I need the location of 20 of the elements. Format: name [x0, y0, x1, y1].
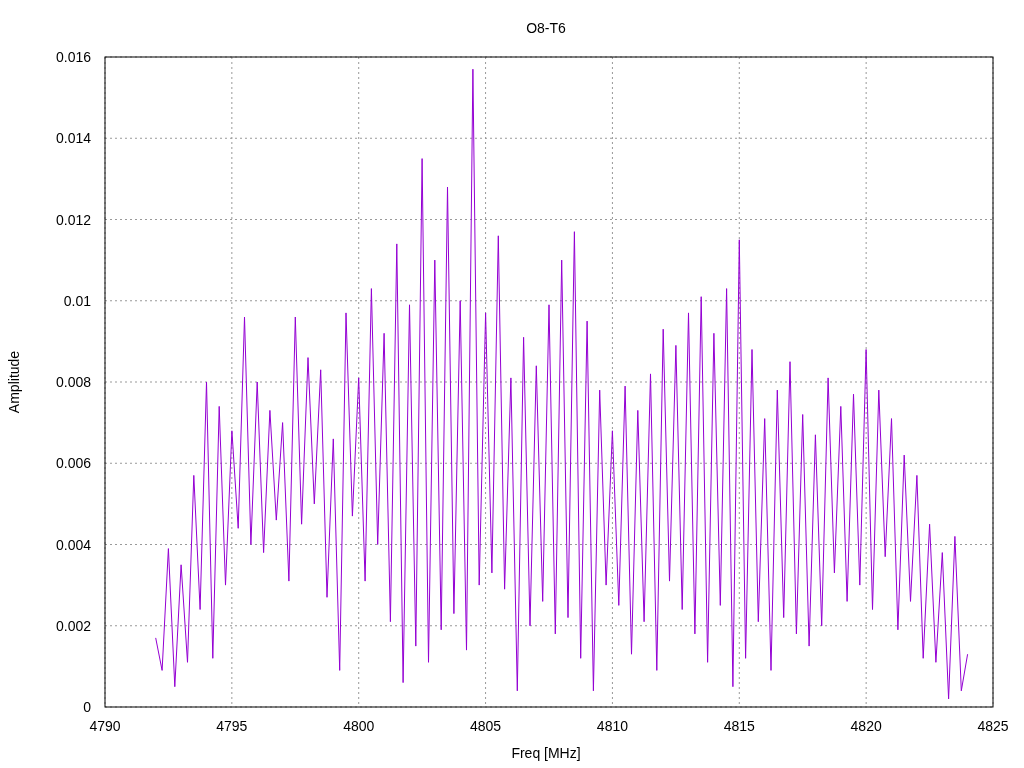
y-tick-label: 0.012 — [55, 211, 91, 228]
x-tick-label: 4815 — [723, 718, 755, 734]
y-tick-label: 0 — [83, 699, 91, 715]
y-tick-label: 0.008 — [55, 374, 91, 390]
x-tick-label: 4810 — [596, 718, 628, 734]
chart-title: O8-T6 — [526, 20, 566, 36]
y-tick-label: 0.004 — [55, 536, 91, 553]
x-tick-label: 4800 — [343, 718, 375, 734]
y-tick-label: 0.016 — [55, 49, 91, 65]
x-tick-label: 4825 — [977, 718, 1009, 734]
x-tick-label: 4820 — [850, 718, 882, 734]
y-tick-label: 0.014 — [55, 130, 91, 147]
y-axis-label: Amplitude — [6, 350, 22, 414]
x-tick-label: 4790 — [89, 718, 121, 734]
x-tick-label: 4795 — [216, 718, 248, 734]
y-tick-label: 0.01 — [63, 292, 91, 309]
x-tick-label: 4805 — [470, 718, 502, 734]
y-tick-label: 0.002 — [55, 617, 91, 634]
x-axis-label: Freq [MHz] — [511, 745, 581, 761]
y-tick-label: 0.006 — [55, 455, 91, 472]
